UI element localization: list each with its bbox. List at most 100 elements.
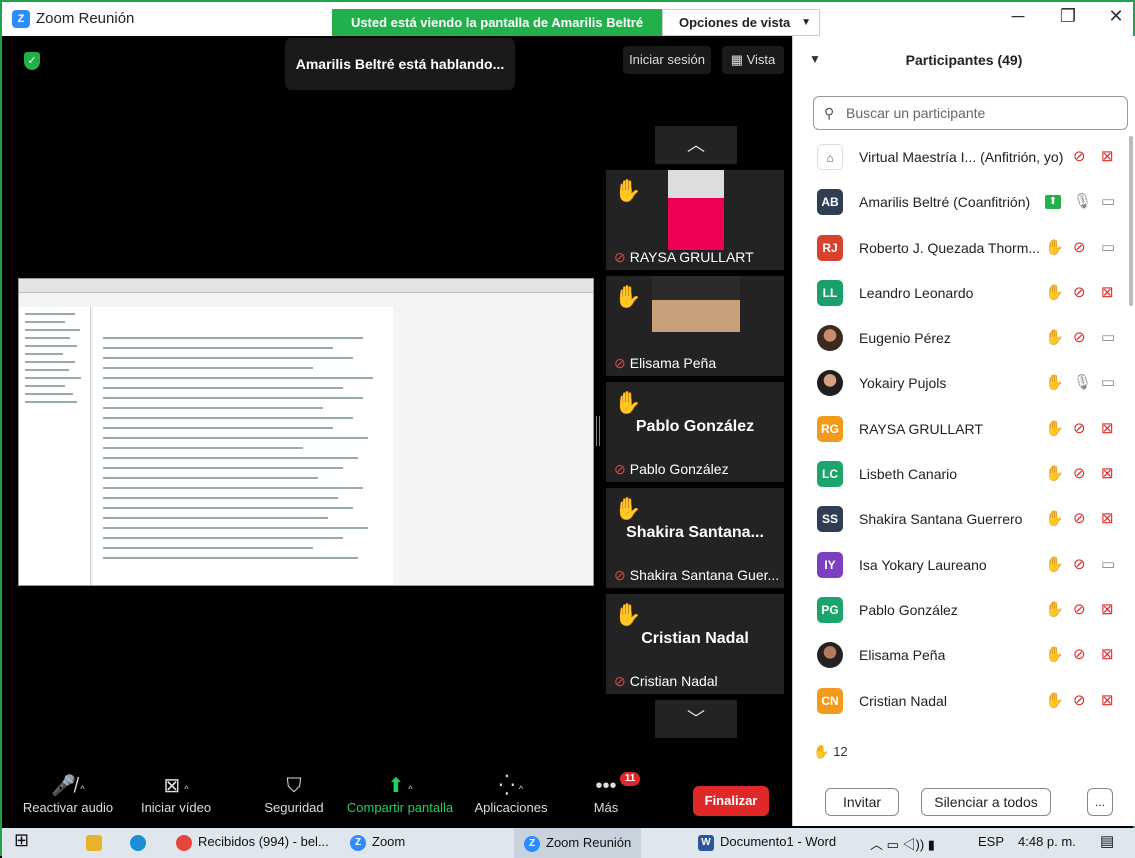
end-meeting-button[interactable]: Finalizar xyxy=(693,786,769,816)
participant-name: Amarilis Beltré (Coanfitrión) xyxy=(859,194,1031,211)
split-divider-handle[interactable] xyxy=(596,416,600,446)
camera-off-icon[interactable]: ⊠ xyxy=(1101,644,1114,666)
raised-hand-icon: ✋ xyxy=(1045,691,1064,709)
mute-all-button[interactable]: Silenciar a todos xyxy=(921,788,1051,816)
avatar xyxy=(817,370,843,397)
participant-name: Isa Yokary Laureano xyxy=(859,556,987,573)
video-tile[interactable]: ✋ ⊘ Elisama Peña xyxy=(606,276,784,376)
camera-off-icon[interactable]: ⊠ xyxy=(1101,282,1114,304)
participant-row[interactable]: IY Isa Yokary Laureano ✋ ⊘ ▭ xyxy=(793,544,1133,589)
avatar: LC xyxy=(817,461,843,488)
mic-muted-icon[interactable]: ⊘ xyxy=(1073,690,1086,712)
taskbar-zoom-meeting[interactable]: Z Zoom Reunión xyxy=(514,828,642,858)
camera-icon[interactable]: ▭ xyxy=(1101,372,1115,394)
taskbar-word[interactable]: W Documento1 - Word xyxy=(698,834,836,851)
taskbar-zoom[interactable]: Z Zoom xyxy=(350,834,405,851)
clock[interactable]: 4:48 p. m. xyxy=(1018,834,1076,849)
meeting-area: ✓ Amarilis Beltré está hablando... Inici… xyxy=(10,36,790,826)
edge-icon[interactable] xyxy=(130,834,152,851)
participant-name: Cristian Nadal xyxy=(859,692,947,709)
scroll-up-button[interactable]: ︿ xyxy=(655,126,737,164)
mic-muted-icon[interactable]: ⊘ xyxy=(1073,599,1086,621)
participants-panel: ▼ Participantes (49) ⚲ Buscar un partici… xyxy=(792,36,1135,826)
task-view-icon[interactable]: ⊞ xyxy=(14,830,29,851)
participant-name: Shakira Santana Guerrero xyxy=(859,511,1023,528)
unmute-button[interactable]: 🎤̸ ^ Reactivar audio xyxy=(20,772,116,815)
mic-muted-icon[interactable]: ⊘ xyxy=(1073,282,1086,304)
chevron-down-icon: ▼ xyxy=(801,17,811,28)
restore-icon[interactable]: ❐ xyxy=(1048,6,1088,27)
raised-hand-icon: ✋ xyxy=(1045,419,1064,437)
scroll-down-button[interactable]: ﹀ xyxy=(655,700,737,738)
raised-hands-count[interactable]: ✋ 12 xyxy=(813,744,848,760)
participant-search-input[interactable]: ⚲ Buscar un participante xyxy=(813,96,1128,130)
share-screen-button[interactable]: ⬆ ^ Compartir pantalla xyxy=(342,772,458,815)
language-indicator[interactable]: ESP xyxy=(978,834,1004,849)
view-options-label: Opciones de vista xyxy=(679,15,791,30)
file-explorer-icon[interactable] xyxy=(86,834,108,851)
security-button[interactable]: ⛉ Seguridad xyxy=(254,772,334,815)
camera-off-icon[interactable]: ⊠ xyxy=(1101,508,1114,530)
sign-in-button[interactable]: Iniciar sesión xyxy=(623,46,711,74)
mic-muted-icon[interactable]: ⊘ xyxy=(1073,237,1086,259)
participant-row[interactable]: LL Leandro Leonardo ✋ ⊘ ⊠ xyxy=(793,272,1133,317)
camera-icon[interactable]: ▭ xyxy=(1101,554,1115,576)
mic-muted-icon[interactable]: ⊘ xyxy=(1073,146,1086,168)
participant-name: Eugenio Pérez xyxy=(859,330,951,347)
mic-muted-icon: ⊘ xyxy=(614,461,626,477)
apps-button[interactable]: ⁛ ^ Aplicaciones xyxy=(470,772,552,815)
participant-row[interactable]: CN Cristian Nadal ✋ ⊘ ⊠ xyxy=(793,680,1133,725)
mic-muted-icon[interactable]: ⊘ xyxy=(1073,327,1086,349)
video-tile[interactable]: ✋ ⊘ RAYSA GRULLART xyxy=(606,170,784,270)
mic-muted-icon[interactable]: ⊘ xyxy=(1073,644,1086,666)
mic-muted-icon[interactable]: ⊘ xyxy=(1073,418,1086,440)
camera-off-icon[interactable]: ⊠ xyxy=(1101,146,1114,168)
mic-icon[interactable]: 🎙 xyxy=(1073,372,1092,394)
camera-off-icon[interactable]: ⊠ xyxy=(1101,418,1114,440)
system-tray-icons[interactable]: ︿ ▭ ◁)) ▮ xyxy=(870,834,935,853)
taskbar-chrome[interactable]: Recibidos (994) - bel... xyxy=(176,834,329,851)
participant-row[interactable]: Yokairy Pujols ✋ 🎙 ▭ xyxy=(793,362,1133,407)
video-tile[interactable]: ✋ Shakira Santana... ⊘ Shakira Santana Gu… xyxy=(606,488,784,588)
notifications-icon[interactable]: ▤ xyxy=(1100,832,1114,850)
raised-hand-icon: ✋ xyxy=(813,744,830,759)
view-button[interactable]: ▦ Vista xyxy=(722,46,784,74)
participant-row[interactable]: SS Shakira Santana Guerrero ✋ ⊘ ⊠ xyxy=(793,498,1133,543)
close-icon[interactable]: ✕ xyxy=(1096,6,1135,27)
minimize-icon[interactable]: ─ xyxy=(998,6,1038,27)
camera-off-icon[interactable]: ⊠ xyxy=(1101,463,1114,485)
participant-photo xyxy=(668,170,724,250)
word-icon: W xyxy=(698,834,714,851)
participant-row[interactable]: RG RAYSA GRULLART ✋ ⊘ ⊠ xyxy=(793,408,1133,453)
camera-icon[interactable]: ▭ xyxy=(1101,237,1115,259)
start-video-button[interactable]: ⊠ ^ Iniciar vídeo xyxy=(128,772,224,815)
participants-title: Participantes (49) xyxy=(905,52,1023,68)
participant-row[interactable]: Elisama Peña ✋ ⊘ ⊠ xyxy=(793,634,1133,679)
camera-icon[interactable]: ▭ xyxy=(1101,191,1115,213)
participant-row[interactable]: AB Amarilis Beltré (Coanfitrión) ⬆ 🎙 ▭ xyxy=(793,181,1133,226)
participant-row[interactable]: ⌂ Virtual Maestría I... (Anfitrión, yo) … xyxy=(793,136,1133,181)
participant-row[interactable]: RJ Roberto J. Quezada Thorm... ✋ ⊘ ▭ xyxy=(793,227,1133,272)
avatar: CN xyxy=(817,687,843,714)
video-tile[interactable]: ✋ Pablo González ⊘ Pablo González xyxy=(606,382,784,482)
mic-muted-icon[interactable]: ⊘ xyxy=(1073,508,1086,530)
more-options-button[interactable]: ... xyxy=(1087,788,1113,816)
participant-row[interactable]: PG Pablo González ✋ ⊘ ⊠ xyxy=(793,589,1133,634)
security-shield-icon[interactable]: ✓ xyxy=(24,52,40,70)
participant-row[interactable]: Eugenio Pérez ✋ ⊘ ▭ xyxy=(793,317,1133,362)
participant-row[interactable]: LC Lisbeth Canario ✋ ⊘ ⊠ xyxy=(793,453,1133,498)
raised-hands-number: 12 xyxy=(833,744,848,759)
video-tile[interactable]: ✋ Cristian Nadal ⊘ Cristian Nadal xyxy=(606,594,784,694)
invite-button[interactable]: Invitar xyxy=(825,788,899,816)
mic-muted-icon: 🎤̸ ^ xyxy=(51,775,85,797)
shared-screen[interactable] xyxy=(18,278,594,586)
mic-icon[interactable]: 🎙 xyxy=(1073,191,1092,213)
view-options-button[interactable]: Opciones de vista ▼ xyxy=(662,9,820,36)
camera-off-icon[interactable]: ⊠ xyxy=(1101,690,1114,712)
camera-off-icon[interactable]: ⊠ xyxy=(1101,599,1114,621)
window-title: Zoom Reunión xyxy=(36,10,135,27)
mic-muted-icon[interactable]: ⊘ xyxy=(1073,463,1086,485)
mic-muted-icon[interactable]: ⊘ xyxy=(1073,554,1086,576)
camera-icon[interactable]: ▭ xyxy=(1101,327,1115,349)
video-tile-name: Pablo González xyxy=(629,461,729,477)
